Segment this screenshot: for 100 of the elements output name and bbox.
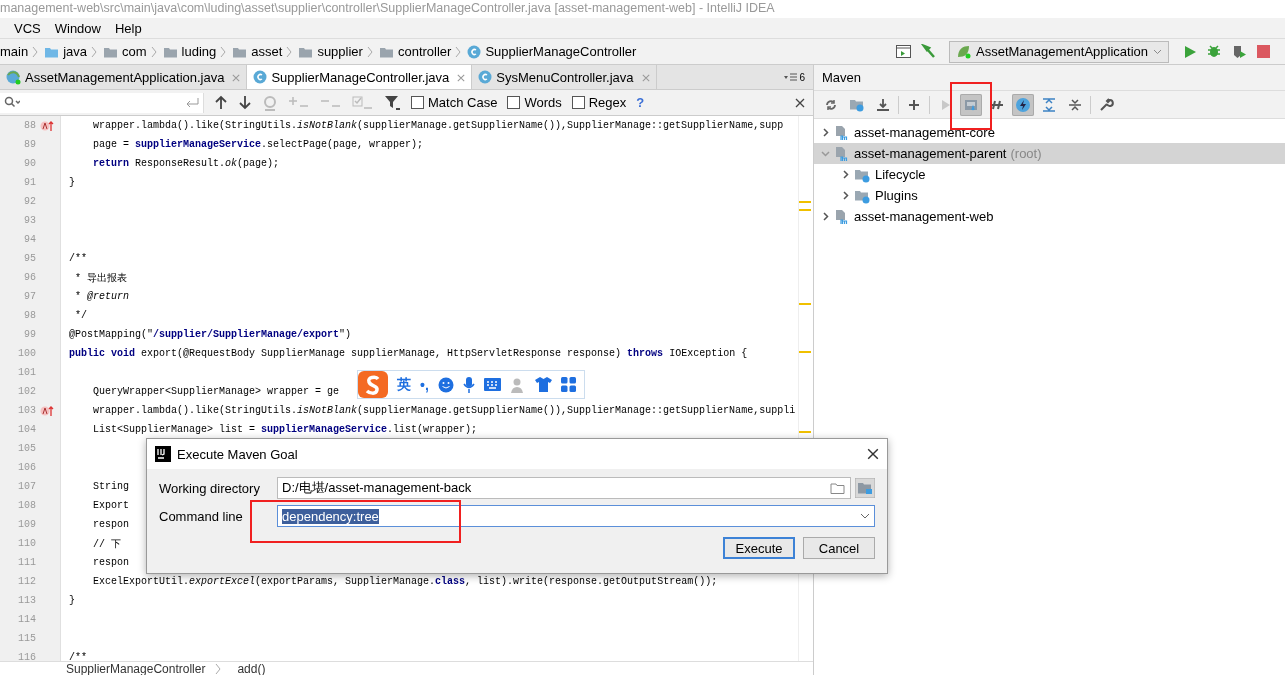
tree-item[interactable]: Lifecycle	[814, 164, 1285, 185]
language-mode[interactable]: 英	[397, 375, 411, 394]
breadcrumb-item[interactable]: main	[0, 44, 29, 59]
toolbar-button[interactable]	[1012, 93, 1034, 116]
breadcrumb-item[interactable]: asset	[232, 44, 283, 59]
tree-item[interactable]: asset-management-parent (root)	[814, 143, 1285, 164]
editor-tab[interactable]: SupplierManageController.java	[247, 65, 473, 89]
line-number: 101	[17, 367, 36, 378]
combo-box[interactable]: dependency:tree	[277, 505, 875, 527]
search-icon	[4, 96, 20, 109]
menu-item[interactable]: Window	[54, 20, 101, 36]
shirt-icon[interactable]	[534, 377, 552, 392]
microphone-icon[interactable]	[462, 376, 475, 393]
tree-item[interactable]: Plugins	[814, 185, 1285, 206]
download-icon	[875, 96, 891, 113]
code-line: // 下	[92, 537, 121, 551]
filter-icon[interactable]	[384, 94, 401, 111]
code-line: }	[68, 177, 75, 188]
line-number: 115	[17, 633, 36, 644]
chevron-right-icon[interactable]	[840, 191, 850, 200]
search-field[interactable]	[0, 92, 204, 113]
arrow-down-icon[interactable]	[238, 95, 252, 110]
class-icon	[253, 70, 268, 84]
smiley-icon[interactable]	[437, 376, 454, 393]
chevron-right-icon	[215, 662, 222, 675]
code-line: public void export(@RequestBody SupplierManage supplierManage, HttpServletResponse response) throws IOException {	[68, 348, 748, 359]
arrow-up-icon[interactable]	[214, 95, 228, 110]
chevron-right-icon	[455, 45, 462, 58]
run-icon[interactable]	[1184, 44, 1197, 59]
app-class-icon	[6, 69, 21, 85]
close-button[interactable]	[867, 448, 879, 460]
chevron-right-icon[interactable]	[820, 212, 830, 221]
code-line: }	[68, 595, 75, 606]
line-number: 103	[17, 405, 36, 416]
grid-icon[interactable]	[560, 377, 576, 392]
code-line: QueryWrapper<SupplierManage> wrapper = ge	[92, 386, 340, 397]
line-number: 116	[17, 652, 36, 661]
code-line: /**	[68, 253, 87, 264]
code-line: *@return	[74, 291, 130, 302]
tab-overflow-button[interactable]: 6	[776, 65, 813, 89]
coverage-icon[interactable]	[1232, 44, 1247, 59]
input-field[interactable]: D:/电堪/asset-management-back	[277, 477, 851, 499]
chevron-right-icon	[91, 45, 98, 58]
tree-item[interactable]: asset-management-web	[814, 206, 1285, 227]
line-number: 95	[23, 253, 36, 264]
line-number: 91	[23, 177, 36, 188]
breadcrumb-item[interactable]: com	[103, 44, 147, 59]
breadcrumb-item[interactable]: add()	[237, 662, 266, 675]
breadcrumb-item[interactable]: SupplierManageController	[66, 662, 206, 675]
code-line: return ResponseResult.ok(page);	[92, 158, 280, 169]
code-line: Export	[92, 500, 129, 511]
bug-icon[interactable]	[1207, 44, 1222, 59]
chevron-right-icon[interactable]	[820, 128, 830, 137]
code-line: respon	[92, 557, 129, 568]
line-number: 97	[23, 291, 36, 302]
run-configuration-dropdown[interactable]: AssetManagementApplication	[949, 40, 1169, 63]
spring-leaf-icon	[956, 44, 971, 59]
close-icon[interactable]	[795, 97, 805, 108]
lightning-icon	[1015, 96, 1031, 113]
dialog-button[interactable]: Cancel	[803, 537, 875, 559]
collapse-all-icon	[1067, 96, 1083, 113]
code-line: ExcelExportUtil.exportExcel(exportParams, SupplierManage.class, list).write(response.getOutputStream());	[92, 576, 718, 587]
line-number: 104	[17, 424, 36, 435]
line-number: 110	[17, 538, 36, 549]
breadcrumb-item[interactable]: controller	[378, 44, 452, 59]
breadcrumb-item[interactable]: SupplierManageController	[467, 44, 637, 59]
chevron-right-icon	[366, 45, 373, 58]
help-link[interactable]: ?	[636, 95, 645, 110]
code-line: page = supplierManageService.selectPage(page, wrapper);	[92, 139, 424, 150]
line-number: 109	[17, 519, 36, 530]
field-label: Working directory	[159, 480, 261, 496]
dialog-button[interactable]: Execute	[723, 537, 795, 559]
folder-icon	[830, 481, 846, 495]
tree-item[interactable]: asset-management-core	[814, 122, 1285, 143]
line-number: 93	[23, 215, 36, 226]
code-line: */	[74, 310, 87, 321]
expand-all-icon	[1041, 96, 1057, 113]
code-line: @PostMapping("/supplier/SupplierManage/export")	[68, 329, 352, 340]
class-icon	[467, 44, 482, 59]
line-number: 112	[17, 576, 36, 587]
menu-item[interactable]: Help	[115, 20, 142, 36]
macro-folder-icon[interactable]	[855, 478, 875, 498]
checkbox[interactable]: Regex	[571, 95, 627, 110]
chevron-right-icon[interactable]	[840, 170, 850, 179]
code-line: * 导出报表	[74, 271, 127, 285]
breadcrumb-item[interactable]: java	[44, 44, 88, 59]
wrench-icon	[1098, 96, 1114, 113]
checkbox[interactable]: Words	[507, 95, 562, 110]
maven-module-icon	[834, 124, 850, 141]
checkbox[interactable]: Match Case	[411, 95, 498, 110]
menu-item[interactable]: VCS	[14, 20, 41, 36]
chevron-right-icon	[220, 45, 227, 58]
punctuation-mode[interactable]: •,	[420, 376, 429, 393]
line-number: 106	[17, 462, 36, 473]
breadcrumb-item[interactable]: luding	[162, 44, 217, 59]
root-label: (root)	[1010, 146, 1042, 161]
hammer-icon[interactable]	[921, 44, 936, 59]
keyboard-icon[interactable]	[483, 378, 501, 391]
terminal-icon[interactable]	[896, 45, 911, 58]
breadcrumb-item[interactable]: supplier	[298, 44, 363, 59]
